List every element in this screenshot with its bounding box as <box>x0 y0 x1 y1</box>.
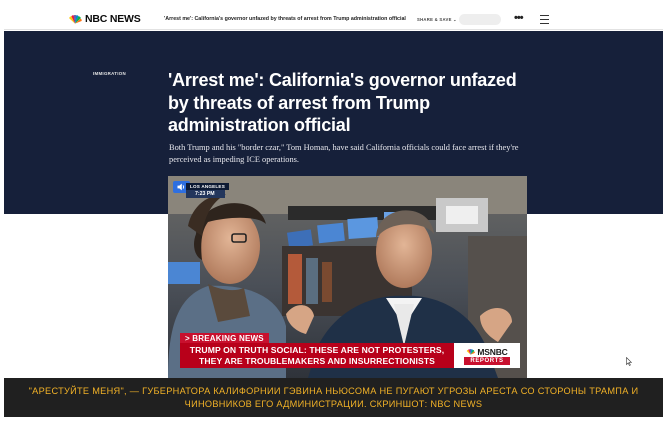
reports-badge: REPORTS <box>464 356 510 365</box>
category-link[interactable]: IMMIGRATION <box>93 71 126 76</box>
share-save-button[interactable]: SHARE & SAVE ⌄ <box>417 17 457 22</box>
article-headline: 'Arrest me': California's governor unfaz… <box>168 70 517 135</box>
cursor-icon <box>626 357 632 366</box>
logo-text: NBC NEWS <box>85 13 141 25</box>
share-save-label: SHARE & SAVE <box>417 17 452 22</box>
nav-article-headline: 'Arrest me': California's governor unfaz… <box>164 16 406 22</box>
photo-caption-bar: "АРЕСТУЙТЕ МЕНЯ", — ГУБЕРНАТОРА КАЛИФОРН… <box>4 378 663 417</box>
msnbc-text: MSNBC <box>477 346 508 357</box>
more-dots-icon[interactable]: ••• <box>514 11 524 25</box>
caption-text: "АРЕСТУЙТЕ МЕНЯ", — ГУБЕРНАТОРА КАЛИФОРН… <box>28 385 639 409</box>
chevron-down-icon: ⌄ <box>453 17 457 22</box>
ticker-line-2: THEY ARE TROUBLEMAKERS AND INSURRECTIONI… <box>198 356 436 366</box>
browser-page: NBC NEWS 'Arrest me': California's gover… <box>4 10 663 378</box>
video-player[interactable]: LOS ANGELES 7:23 PM > BREAKING NEWS TRUM… <box>168 176 527 378</box>
time-badge: 7:23 PM <box>186 190 225 198</box>
hamburger-menu-icon[interactable] <box>540 15 549 24</box>
nbc-news-logo[interactable]: NBC NEWS <box>68 13 141 26</box>
ticker-text: TRUMP ON TRUTH SOCIAL: THESE ARE NOT PRO… <box>180 343 454 368</box>
msnbc-brand: MSNBC REPORTS <box>454 343 520 368</box>
article-dek: Both Trump and his "border czar," Tom Ho… <box>169 143 519 164</box>
nbc-peacock-icon <box>69 15 82 24</box>
location-badge: LOS ANGELES <box>186 183 229 190</box>
ticker-line-1: TRUMP ON TRUTH SOCIAL: THESE ARE NOT PRO… <box>189 345 445 355</box>
nav-placeholder-pill[interactable] <box>459 14 501 25</box>
speaker-icon <box>177 183 185 191</box>
msnbc-peacock-icon <box>467 348 476 355</box>
news-ticker: TRUMP ON TRUTH SOCIAL: THESE ARE NOT PRO… <box>180 343 520 368</box>
top-nav-bar: NBC NEWS 'Arrest me': California's gover… <box>4 10 663 30</box>
